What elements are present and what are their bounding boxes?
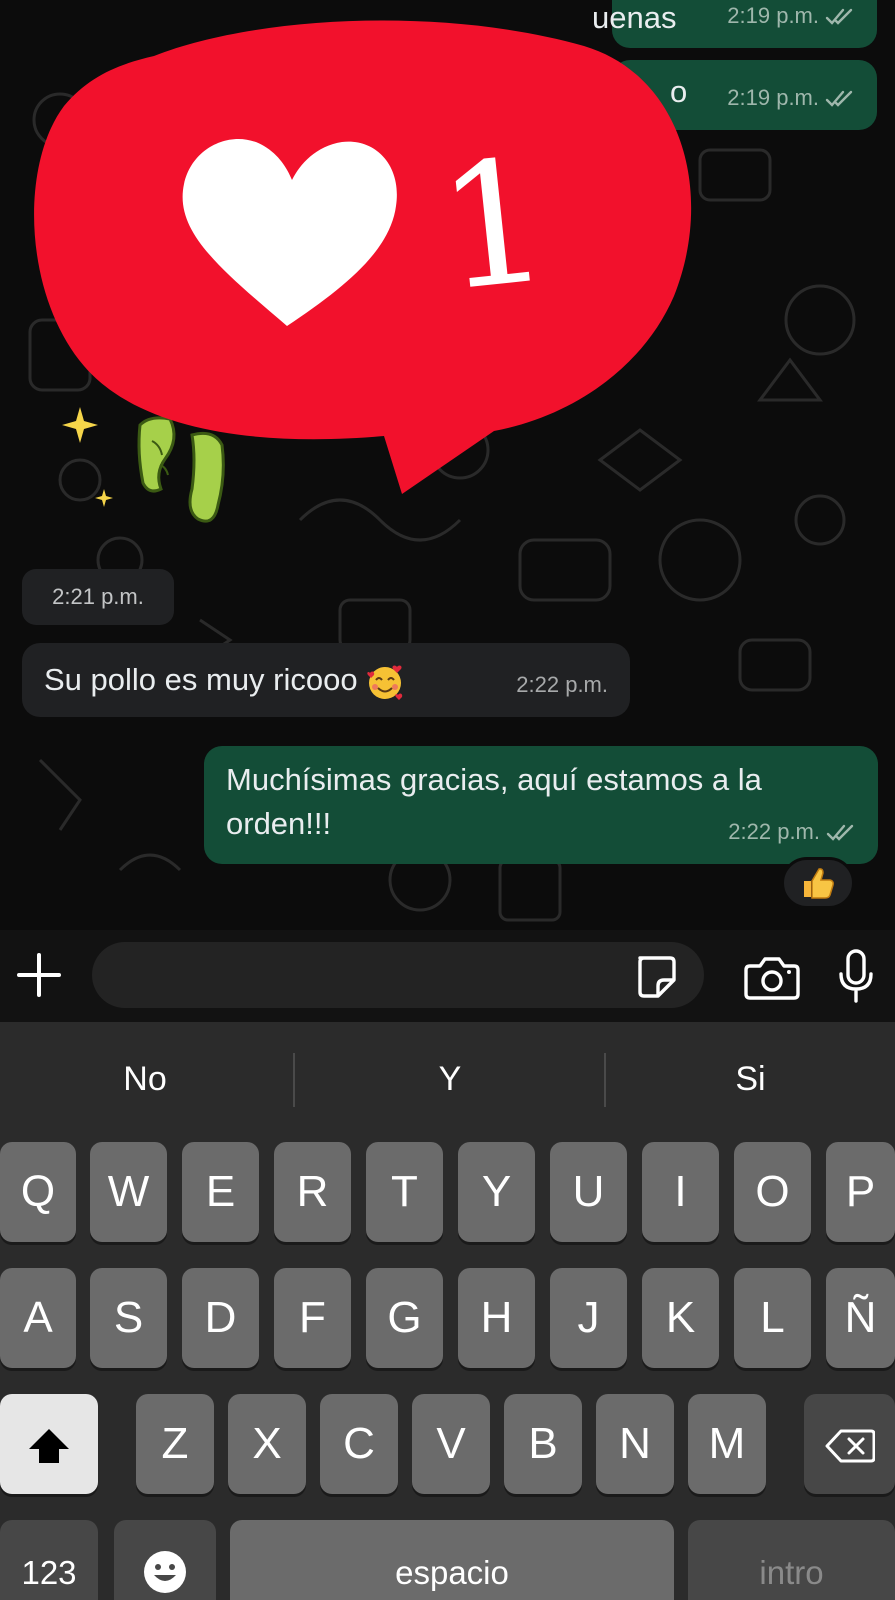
message-text: Su pollo es muy ricooo xyxy=(44,662,358,697)
emoji-icon xyxy=(144,1551,186,1594)
message-meta: 2:19 p.m. xyxy=(727,76,855,120)
message-input[interactable] xyxy=(92,942,704,1008)
message-outgoing-3[interactable]: Muchísimas gracias, aquí estamos a la or… xyxy=(204,746,878,864)
key-b[interactable]: B xyxy=(504,1394,582,1494)
key-r[interactable]: R xyxy=(274,1142,351,1242)
reaction-badge[interactable] xyxy=(781,857,855,909)
key-a[interactable]: A xyxy=(0,1268,76,1368)
thumbs-up-icon xyxy=(804,868,834,899)
message-time: 2:19 p.m. xyxy=(727,3,819,28)
message-time: 2:22 p.m. xyxy=(728,819,820,844)
key-u[interactable]: U xyxy=(550,1142,627,1242)
microphone-icon[interactable] xyxy=(836,948,876,1004)
key-m[interactable]: M xyxy=(688,1394,766,1494)
key-i[interactable]: I xyxy=(642,1142,719,1242)
key-e[interactable]: E xyxy=(182,1142,259,1242)
key-z[interactable]: Z xyxy=(136,1394,214,1494)
double-check-icon xyxy=(825,90,853,107)
message-meta: 2:19 p.m. xyxy=(727,0,855,38)
message-time: 2:19 p.m. xyxy=(727,85,819,110)
key-x[interactable]: X xyxy=(228,1394,306,1494)
key-o[interactable]: O xyxy=(734,1142,811,1242)
message-composer xyxy=(0,930,895,1022)
key-n[interactable]: N xyxy=(596,1394,674,1494)
suggestion-item[interactable]: Y xyxy=(296,1022,604,1136)
key-n-tilde[interactable]: Ñ xyxy=(826,1268,895,1368)
backspace-icon xyxy=(825,1429,875,1463)
key-h[interactable]: H xyxy=(458,1268,535,1368)
key-c[interactable]: C xyxy=(320,1394,398,1494)
numbers-key[interactable]: 123 xyxy=(0,1520,98,1600)
key-j[interactable]: J xyxy=(550,1268,627,1368)
like-notification-sticker: 1 xyxy=(34,20,692,495)
key-v[interactable]: V xyxy=(412,1394,490,1494)
double-check-icon xyxy=(825,8,853,25)
key-t[interactable]: T xyxy=(366,1142,443,1242)
key-s[interactable]: S xyxy=(90,1268,167,1368)
camera-icon[interactable] xyxy=(744,952,800,1002)
like-count: 1 xyxy=(430,122,558,330)
message-meta: 2:22 p.m. xyxy=(728,810,856,854)
message-text-wrap: Su pollo es muy ricooo xyxy=(44,658,406,703)
message-incoming[interactable]: Su pollo es muy ricooo 2:22 p.m. xyxy=(22,643,630,717)
return-key-label: intro xyxy=(759,1554,824,1591)
numbers-key-label: 123 xyxy=(21,1554,77,1591)
space-key[interactable]: espacio xyxy=(230,1520,674,1600)
chat-area[interactable]: uenas 2:19 p.m. o 2:19 p.m. 1 2:21 p.m. … xyxy=(0,0,895,930)
double-check-icon xyxy=(826,824,854,841)
shift-key[interactable] xyxy=(0,1394,98,1494)
smiling-face-with-hearts-icon xyxy=(366,665,402,700)
space-key-label: espacio xyxy=(395,1554,509,1591)
emoji-key[interactable] xyxy=(114,1520,216,1600)
message-time: 2:22 p.m. xyxy=(516,672,608,697)
key-d[interactable]: D xyxy=(182,1268,259,1368)
key-q[interactable]: Q xyxy=(0,1142,76,1242)
sticker-time: 2:21 p.m. xyxy=(22,569,174,625)
suggestion-item[interactable]: Si xyxy=(606,1022,895,1136)
key-w[interactable]: W xyxy=(90,1142,167,1242)
return-key[interactable]: intro xyxy=(688,1520,895,1600)
on-screen-keyboard: No Y Si Q W E R T Y U I O P A S D F G H … xyxy=(0,1022,895,1600)
suggestion-bar: No Y Si xyxy=(0,1022,895,1136)
sticker-icon[interactable] xyxy=(632,954,678,1000)
key-g[interactable]: G xyxy=(366,1268,443,1368)
key-f[interactable]: F xyxy=(274,1268,351,1368)
key-k[interactable]: K xyxy=(642,1268,719,1368)
suggestion-item[interactable]: No xyxy=(0,1022,290,1136)
backspace-key[interactable] xyxy=(804,1394,895,1494)
key-l[interactable]: L xyxy=(734,1268,811,1368)
key-p[interactable]: P xyxy=(826,1142,895,1242)
key-y[interactable]: Y xyxy=(458,1142,535,1242)
plus-icon[interactable] xyxy=(14,950,64,1000)
shift-icon xyxy=(29,1429,69,1464)
divider xyxy=(293,1053,295,1107)
